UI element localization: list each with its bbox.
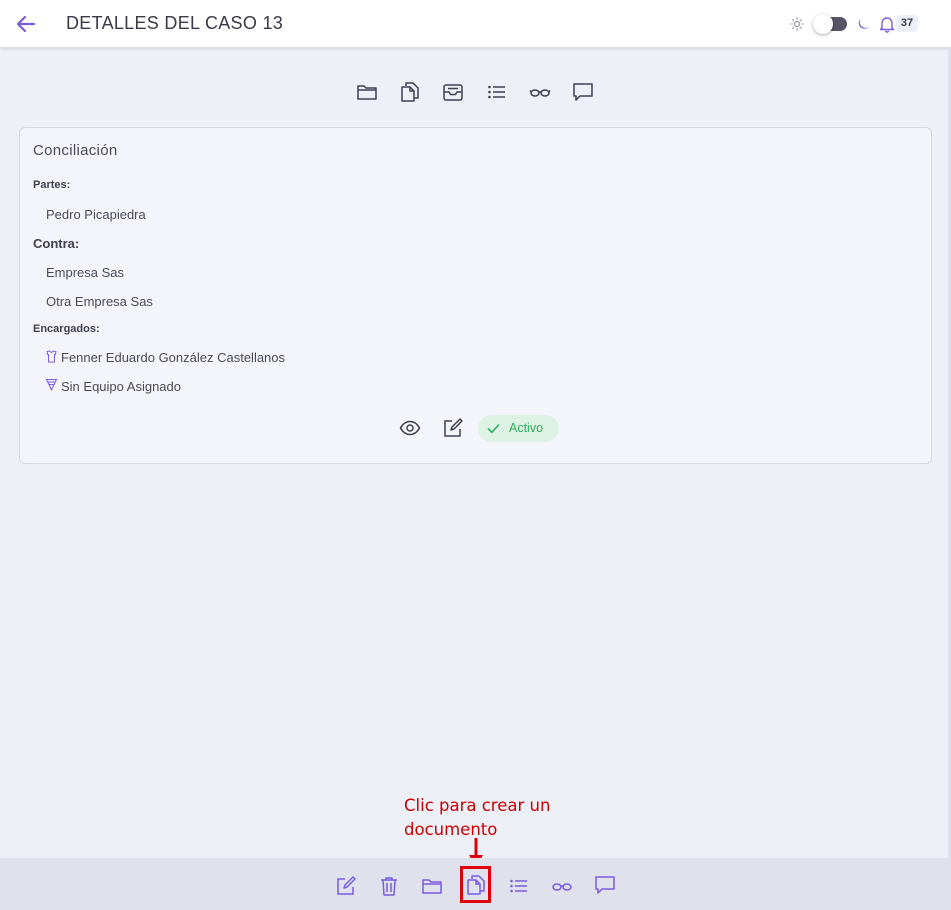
- user-tie-icon: [46, 350, 57, 363]
- arrow-left-icon[interactable]: [14, 12, 38, 36]
- bell-icon[interactable]: [878, 15, 896, 33]
- case-type-title: Conciliación: [33, 142, 118, 159]
- trash-icon[interactable]: [378, 875, 400, 897]
- theme-toggle[interactable]: [813, 14, 847, 34]
- team-icon: [45, 379, 58, 391]
- top-toolbar: [0, 78, 951, 106]
- edit-icon[interactable]: [442, 417, 464, 439]
- manager-name: Fenner Eduardo González Castellanos: [61, 350, 286, 365]
- highlight-box: [460, 866, 491, 903]
- managers-label: Encargados:: [33, 323, 100, 335]
- party-item: Pedro Picapiedra: [46, 207, 146, 222]
- copy-document-icon[interactable]: [398, 80, 422, 104]
- toggle-knob: [813, 14, 833, 34]
- eye-icon[interactable]: [399, 417, 421, 439]
- list-icon[interactable]: [485, 80, 509, 104]
- manager-name: Sin Equipo Asignado: [61, 379, 181, 394]
- inbox-icon[interactable]: [441, 80, 465, 104]
- list-icon[interactable]: [508, 875, 530, 897]
- annotation-line: documento: [404, 820, 498, 839]
- sun-icon: [790, 17, 804, 31]
- glasses-icon[interactable]: [528, 80, 552, 104]
- parties-label: Partes:: [33, 179, 71, 191]
- annotation-text: Clic para crear un documento: [404, 794, 584, 842]
- folder-icon[interactable]: [421, 875, 443, 897]
- chat-icon[interactable]: [571, 80, 595, 104]
- edit-icon[interactable]: [335, 875, 357, 897]
- app-header: DETALLES DEL CASO 13 37: [0, 0, 951, 48]
- glasses-icon[interactable]: [551, 875, 573, 897]
- notification-count-badge: 37: [896, 15, 918, 32]
- moon-icon: [858, 18, 870, 29]
- status-badge: Activo: [478, 415, 559, 442]
- against-label: Contra:: [33, 236, 80, 251]
- case-card: Conciliación Partes: Pedro Picapiedra Co…: [19, 127, 932, 464]
- against-item: Otra Empresa Sas: [46, 294, 153, 309]
- folder-icon[interactable]: [355, 80, 379, 104]
- annotation-line: Clic para crear un: [404, 796, 551, 815]
- chat-icon[interactable]: [594, 874, 616, 896]
- page-title: DETALLES DEL CASO 13: [66, 13, 284, 33]
- check-icon: [487, 424, 500, 434]
- against-item: Empresa Sas: [46, 265, 125, 280]
- status-label: Activo: [509, 421, 544, 435]
